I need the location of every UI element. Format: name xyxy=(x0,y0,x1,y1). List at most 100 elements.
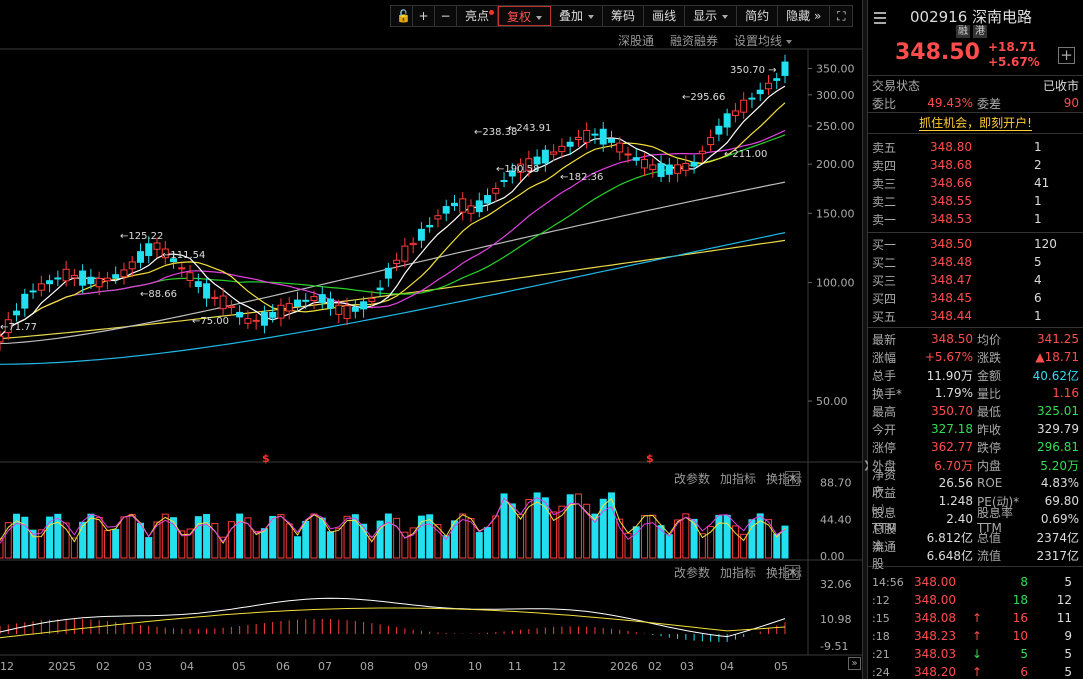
bid-price: 348.48 xyxy=(930,255,972,269)
volume-bar xyxy=(599,498,607,559)
ask-volume: 1 xyxy=(1034,212,1042,226)
status-section: 交易状态 已收市 委比 49.43% 委差 90 xyxy=(868,76,1083,113)
tick-arrow: ↑ xyxy=(972,665,983,679)
scroll-right-icon[interactable]: » xyxy=(848,657,861,670)
tick-row: :18 348.23 ↑ 10 9 xyxy=(868,627,1083,645)
draw-label: 画线 xyxy=(652,9,677,23)
close-icon[interactable]: ✕ xyxy=(785,565,800,580)
ask-volume: 2 xyxy=(1034,158,1042,172)
menu-icon[interactable] xyxy=(874,12,886,24)
quote-value: ▲18.71 xyxy=(1035,350,1079,364)
candle-body xyxy=(79,270,87,286)
lock-icon[interactable]: 🔓 xyxy=(391,6,413,26)
candle-body xyxy=(128,261,136,270)
add-watchlist-button[interactable]: + xyxy=(1058,47,1075,64)
quote-label: 内盘 xyxy=(977,458,1002,473)
quote-value: 6.70万 xyxy=(934,458,973,473)
candle-body xyxy=(0,335,4,343)
volume-bar xyxy=(194,516,202,559)
vol-add-link[interactable]: 加指标 xyxy=(720,470,756,487)
bid-label: 买二 xyxy=(872,255,897,270)
tick-arrow: ↓ xyxy=(972,647,983,661)
tick-price: 348.20 xyxy=(914,665,956,679)
volume-bar xyxy=(260,528,268,559)
dividend-marker: $ xyxy=(262,452,270,465)
bid-row: 买四 348.45 6 xyxy=(868,289,1083,307)
volume-bar xyxy=(327,531,335,559)
quote-panel: 002916 深南电路 融 港 348.50 +18.71 +5.67% + 交易… xyxy=(868,0,1083,679)
candle-body xyxy=(269,311,277,318)
candle-body xyxy=(682,162,690,171)
highlight-button[interactable]: 亮点 xyxy=(457,6,499,26)
candle-body xyxy=(46,280,54,285)
tick-list[interactable]: 14:56 348.00 8 5:12 348.00 18 12:15 348.08 ↑ 16 11… xyxy=(868,567,1083,679)
zoom-out-icon[interactable]: − xyxy=(435,6,457,26)
candle-body xyxy=(740,99,748,113)
promo-text[interactable]: 抓住机会，即刻开户! xyxy=(919,116,1032,131)
candle-body xyxy=(227,305,235,308)
x-axis-label: 08 xyxy=(360,660,374,673)
ask-row: 卖三 348.66 41 xyxy=(868,174,1083,192)
price-tick: 200.00 xyxy=(816,158,855,171)
promo-banner[interactable]: 抓住机会，即刻开户! xyxy=(868,113,1083,134)
quote-row: 最高 350.70 最低 325.01 xyxy=(868,402,1083,420)
x-axis-label: 02 xyxy=(648,660,662,673)
zoom-in-icon[interactable]: + xyxy=(413,6,435,26)
macd-params-link[interactable]: 改参数 xyxy=(674,564,710,581)
quote-label: 金额 xyxy=(977,368,1002,383)
fullscreen-icon[interactable]: ⛶ xyxy=(830,6,852,26)
candle-body xyxy=(484,195,492,204)
x-axis-label: 12 xyxy=(552,660,566,673)
x-axis-label: 11 xyxy=(508,660,522,673)
quote-value: 2317亿 xyxy=(1036,548,1079,563)
candle-body xyxy=(178,267,186,270)
adjust-button[interactable]: 复权 xyxy=(498,6,552,26)
quote-row: 今开 327.18 昨收 329.79 xyxy=(868,420,1083,438)
candle-body xyxy=(781,61,789,76)
simple-label: 简约 xyxy=(745,9,770,23)
candle-body xyxy=(574,136,582,140)
overlay-button[interactable]: 叠加 xyxy=(551,6,604,26)
candle-body xyxy=(211,296,219,299)
quote-value: 6.648亿 xyxy=(926,548,973,563)
macd-tick: 10.98 xyxy=(820,613,852,626)
weicha-value: 90 xyxy=(1063,96,1079,110)
macd-add-link[interactable]: 加指标 xyxy=(720,564,756,581)
bid-volume: 5 xyxy=(1034,255,1042,269)
ask-price: 348.55 xyxy=(930,194,972,208)
price-annotation: ←111.54 xyxy=(162,250,205,261)
quote-value: 325.01 xyxy=(1037,404,1079,418)
stock-tags: 融 港 xyxy=(956,25,987,38)
quote-label: 流通股 xyxy=(872,540,897,571)
candle-body xyxy=(550,151,558,155)
status-label: 交易状态 xyxy=(872,78,921,93)
volume-bar xyxy=(112,528,120,559)
close-icon[interactable]: ✕ xyxy=(785,471,800,486)
chips-button[interactable]: 筹码 xyxy=(603,6,645,26)
hide-button[interactable]: 隐藏 » xyxy=(778,6,831,26)
quote-label: 流值 xyxy=(977,548,1002,563)
quote-value: 1.248 xyxy=(938,494,973,508)
display-button[interactable]: 显示 xyxy=(685,6,738,26)
price-tick: 300.00 xyxy=(816,89,855,102)
ask-row: 卖四 348.68 2 xyxy=(868,156,1083,174)
ma-settings-link[interactable]: 设置均线 xyxy=(734,32,792,49)
vol-params-link[interactable]: 改参数 xyxy=(674,470,710,487)
shgt-link[interactable]: 深股通 xyxy=(618,32,654,49)
candle-body xyxy=(335,304,343,315)
tick-row: 14:56 348.00 8 5 xyxy=(868,573,1083,591)
candle-body xyxy=(764,82,772,90)
candle-body xyxy=(244,318,252,324)
draw-button[interactable]: 画线 xyxy=(644,6,686,26)
margin-link[interactable]: 融资融券 xyxy=(670,32,718,49)
candle-body xyxy=(112,274,120,279)
volume-bar xyxy=(79,521,87,559)
change-pct: +5.67% xyxy=(988,55,1040,69)
tick-volume: 6 xyxy=(1020,665,1028,679)
simple-button[interactable]: 简约 xyxy=(737,6,779,26)
ask-price: 348.53 xyxy=(930,212,972,226)
candle-body xyxy=(417,228,425,241)
quote-row: 涨幅 +5.67% 涨跌 ▲18.71 xyxy=(868,348,1083,366)
kline-chart-area[interactable]: 350.00 300.00 250.00 200.00 150.00 100.00 50.0… xyxy=(0,0,862,679)
ask-volume: 1 xyxy=(1034,194,1042,208)
